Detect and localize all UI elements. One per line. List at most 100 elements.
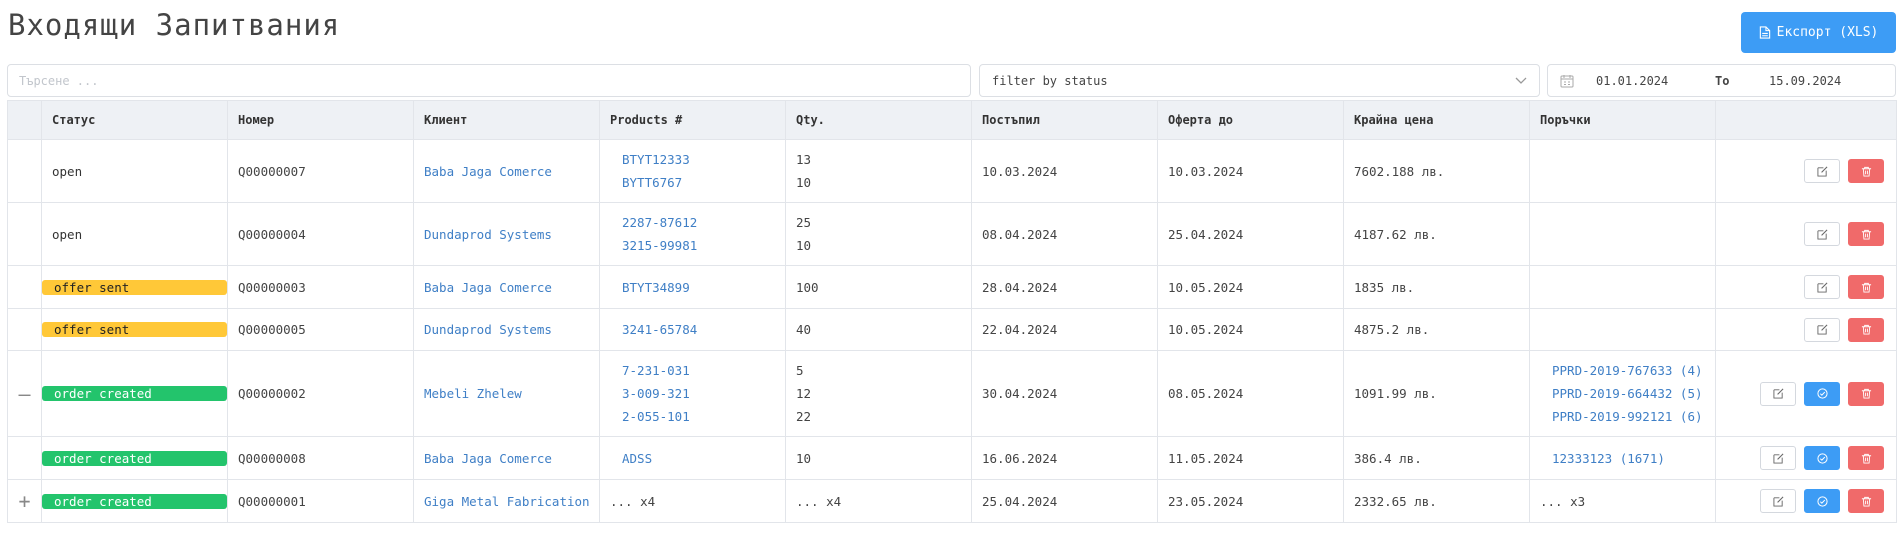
qty-cell: 13 10 [785, 139, 972, 203]
product-link[interactable]: 3241-65784 [622, 318, 775, 341]
export-label: Експорт (XLS) [1776, 25, 1879, 40]
table-header-row: Статус Номер Клиент Products # Qty. Пост… [7, 100, 1897, 140]
file-icon [1759, 26, 1770, 39]
product-link[interactable]: 3-009-321 [622, 382, 775, 405]
approve-button[interactable] [1804, 381, 1840, 406]
client-link[interactable]: Mebeli Zhelew [424, 382, 589, 405]
order-link[interactable]: PPRD-2019-767633 (4) [1552, 359, 1705, 382]
number-cell: Q00000002 [227, 350, 414, 437]
edit-button[interactable] [1804, 317, 1840, 342]
date-range-picker[interactable]: 01.01.2024 To 15.09.2024 [1547, 64, 1896, 97]
edit-button[interactable] [1760, 446, 1796, 470]
row-expander [7, 202, 42, 266]
qty-value: 13 [796, 152, 812, 167]
number-cell: Q00000007 [227, 139, 414, 203]
offer-until-cell: 23.05.2024 [1157, 479, 1344, 523]
orders-cell [1529, 308, 1716, 351]
order-link[interactable]: 12333123 (1671) [1552, 447, 1705, 470]
search-input[interactable] [7, 64, 971, 97]
products-cell: BTYT34899 [599, 265, 786, 309]
header-offer-until[interactable]: Оферта до [1157, 100, 1344, 140]
products-cell: BTYT12333 BYTT6767 [599, 139, 786, 203]
final-price-cell: 386.4 лв. [1343, 436, 1530, 480]
delete-button[interactable] [1848, 317, 1884, 342]
approve-button[interactable] [1804, 489, 1840, 513]
product-link[interactable]: BTYT12333 [622, 148, 775, 171]
qty-cell: 25 10 [785, 202, 972, 266]
approve-button[interactable] [1804, 446, 1840, 470]
edit-button[interactable] [1760, 381, 1796, 406]
received-cell: 28.04.2024 [971, 265, 1158, 309]
table-row: offer sent Q00000003 Baba Jaga Comerce B… [7, 265, 1897, 309]
header-status[interactable]: Статус [41, 100, 228, 140]
expand-row-toggle[interactable]: + [7, 479, 42, 523]
client-link[interactable]: Baba Jaga Comerce [424, 276, 589, 299]
row-expander [7, 139, 42, 203]
page-title: Входящи Запитвания [8, 8, 341, 42]
order-link[interactable]: PPRD-2019-664432 (5) [1552, 382, 1705, 405]
delete-button[interactable] [1848, 381, 1884, 406]
order-link[interactable]: PPRD-2019-992121 (6) [1552, 405, 1705, 428]
edit-button[interactable] [1804, 222, 1840, 246]
header-number[interactable]: Номер [227, 100, 414, 140]
trash-icon [1861, 229, 1871, 240]
header-products[interactable]: Products # [599, 100, 786, 140]
qty-value: 22 [796, 409, 812, 424]
product-link[interactable]: 2-055-101 [622, 405, 775, 428]
product-link[interactable]: BTYT34899 [622, 276, 775, 299]
status-cell: offer sent [41, 308, 228, 351]
header-final-price[interactable]: Крайна цена [1343, 100, 1530, 140]
collapse-row-toggle[interactable]: — [7, 350, 42, 437]
delete-button[interactable] [1848, 222, 1884, 246]
product-link[interactable]: ADSS [622, 447, 775, 470]
offer-until-cell: 10.05.2024 [1157, 265, 1344, 309]
orders-summary: ... x3 [1540, 493, 1586, 509]
client-link[interactable]: Baba Jaga Comerce [424, 160, 589, 183]
trash-icon [1861, 453, 1871, 464]
trash-icon [1861, 282, 1871, 293]
check-circle-icon [1816, 495, 1828, 507]
qty-cell: 5 12 22 [785, 350, 972, 437]
delete-button[interactable] [1848, 275, 1884, 299]
client-cell: Baba Jaga Comerce [413, 436, 600, 480]
export-xls-button[interactable]: Експорт (XLS) [1741, 12, 1896, 53]
product-link[interactable]: BYTT6767 [622, 171, 775, 194]
delete-button[interactable] [1848, 489, 1884, 513]
delete-button[interactable] [1848, 159, 1884, 183]
edit-button[interactable] [1804, 159, 1840, 183]
table-row: open Q00000007 Baba Jaga Comerce BTYT123… [7, 139, 1897, 203]
qty-cell: 40 [785, 308, 972, 351]
products-cell: 3241-65784 [599, 308, 786, 351]
check-circle-icon [1816, 452, 1828, 464]
product-link[interactable]: 7-231-031 [622, 359, 775, 382]
client-link[interactable]: Baba Jaga Comerce [424, 447, 589, 470]
status-filter-select[interactable]: filter by status [979, 64, 1540, 97]
status-badge: offer sent [42, 279, 227, 295]
edit-button[interactable] [1804, 275, 1840, 299]
calendar-icon [1560, 74, 1574, 87]
row-expander [7, 308, 42, 351]
header-client[interactable]: Клиент [413, 100, 600, 140]
check-circle-icon [1816, 388, 1828, 399]
header-qty[interactable]: Qty. [785, 100, 972, 140]
client-link[interactable]: Dundaprod Systems [424, 318, 589, 341]
date-from[interactable]: 01.01.2024 [1596, 74, 1668, 88]
status-cell: order created [41, 479, 228, 523]
header-actions [1715, 100, 1897, 140]
chevron-down-icon [1515, 77, 1527, 84]
edit-icon [1772, 453, 1783, 464]
edit-button[interactable] [1760, 489, 1796, 513]
offer-until-cell: 08.05.2024 [1157, 350, 1344, 437]
status-cell: open [41, 202, 228, 266]
delete-button[interactable] [1848, 446, 1884, 470]
trash-icon [1861, 324, 1871, 335]
client-link[interactable]: Dundaprod Systems [424, 223, 589, 246]
edit-icon [1816, 282, 1827, 293]
product-link[interactable]: 3215-99981 [622, 234, 775, 257]
product-link[interactable]: 2287-87612 [622, 211, 775, 234]
client-link[interactable]: Giga Metal Fabrication [424, 490, 589, 513]
header-orders[interactable]: Поръчки [1529, 100, 1716, 140]
products-cell: ... x4 [599, 479, 786, 523]
header-received[interactable]: Постъпил [971, 100, 1158, 140]
date-to[interactable]: 15.09.2024 [1769, 74, 1841, 88]
